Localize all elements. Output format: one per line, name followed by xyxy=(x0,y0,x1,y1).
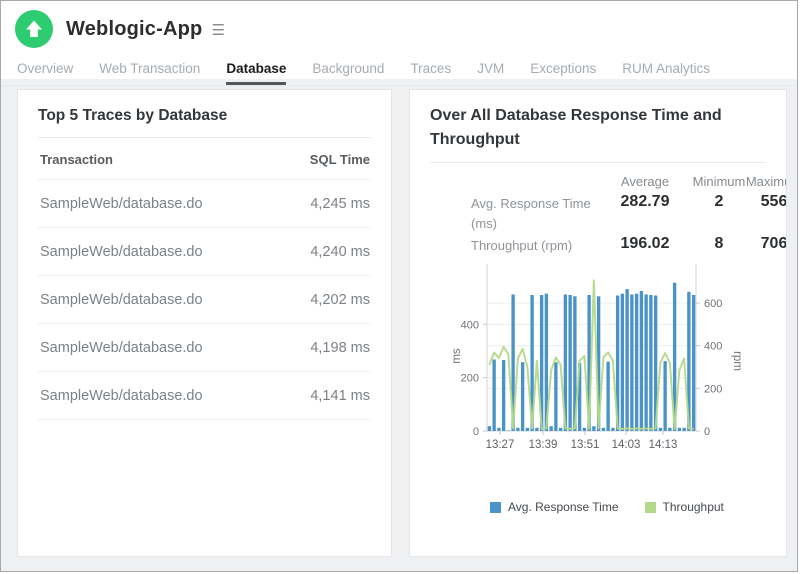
chart-area: 0 200 400 0 200 400 600 ms rpm 13:27 13:39 13:51 14:… xyxy=(430,261,766,462)
legend-item-throughput[interactable]: Throughput xyxy=(645,500,724,514)
chart-legend: Avg. Response Time Throughput xyxy=(490,500,766,514)
sql-time-value: 4,245 ms xyxy=(310,196,370,212)
svg-text:400: 400 xyxy=(704,341,722,353)
app-status-badge xyxy=(15,10,53,48)
column-average: Average xyxy=(609,174,681,189)
stats-header-row: Average Minimum Maximum xyxy=(430,171,766,193)
stats-row-label: Throughput (rpm) xyxy=(471,236,606,256)
divider xyxy=(430,162,766,163)
table-row[interactable]: SampleWeb/database.do 4,240 ms xyxy=(38,228,371,276)
sql-time-value: 4,198 ms xyxy=(310,340,370,356)
response-throughput-panel: Over All Database Response Time and Thro… xyxy=(409,89,787,557)
table-row[interactable]: SampleWeb/database.do 4,141 ms xyxy=(38,372,371,420)
svg-text:13:27: 13:27 xyxy=(486,439,515,451)
svg-text:rpm: rpm xyxy=(731,351,743,371)
throughput-maximum: 706 xyxy=(738,235,787,253)
response-throughput-title: Over All Database Response Time and Thro… xyxy=(430,104,752,152)
avg-response-average: 282.79 xyxy=(609,193,681,211)
stats-table: Average Minimum Maximum Avg. Response Ti… xyxy=(430,171,766,259)
avg-response-maximum: 556 xyxy=(738,193,787,211)
content-area: Top 5 Traces by Database Transaction SQL… xyxy=(1,79,797,557)
stats-row-throughput: Throughput (rpm) 196.02 8 706 xyxy=(430,235,766,259)
sql-time-value: 4,141 ms xyxy=(310,388,370,404)
transaction-link[interactable]: SampleWeb/database.do xyxy=(40,292,203,308)
top-traces-title: Top 5 Traces by Database xyxy=(38,104,371,127)
legend-item-avg-response-time[interactable]: Avg. Response Time xyxy=(490,500,619,514)
table-row[interactable]: SampleWeb/database.do 4,198 ms xyxy=(38,324,371,372)
sql-time-value: 4,202 ms xyxy=(310,292,370,308)
svg-text:600: 600 xyxy=(704,298,722,310)
top-traces-panel: Top 5 Traces by Database Transaction SQL… xyxy=(17,89,392,557)
transaction-link[interactable]: SampleWeb/database.do xyxy=(40,340,203,356)
svg-text:ms: ms xyxy=(451,348,463,364)
transaction-link[interactable]: SampleWeb/database.do xyxy=(40,244,203,260)
up-arrow-icon xyxy=(15,10,53,48)
stats-row-response-time: Avg. Response Time (ms) 282.79 2 556 xyxy=(430,193,766,235)
svg-text:400: 400 xyxy=(461,319,479,331)
svg-text:200: 200 xyxy=(461,373,479,385)
app-header: Weblogic-App ☰ Overview Web Transaction … xyxy=(1,1,797,79)
hamburger-menu-icon[interactable]: ☰ xyxy=(211,21,224,39)
response-throughput-chart[interactable]: 0 200 400 0 200 400 600 ms rpm 13:27 13:39 13:51 14:… xyxy=(430,261,773,457)
svg-text:200: 200 xyxy=(704,383,722,395)
blue-swatch-icon xyxy=(490,502,501,513)
tab-web-transaction[interactable]: Web Transaction xyxy=(99,55,200,85)
traces-table-header: Transaction SQL Time xyxy=(38,138,371,180)
tab-jvm[interactable]: JVM xyxy=(477,55,504,85)
app-title: Weblogic-App xyxy=(66,18,202,41)
transaction-link[interactable]: SampleWeb/database.do xyxy=(40,388,203,404)
column-sql-time: SQL Time xyxy=(310,152,370,167)
table-row[interactable]: SampleWeb/database.do 4,245 ms xyxy=(38,180,371,228)
transaction-link[interactable]: SampleWeb/database.do xyxy=(40,196,203,212)
tab-rum-analytics[interactable]: RUM Analytics xyxy=(622,55,710,85)
tab-background[interactable]: Background xyxy=(312,55,384,85)
tab-database[interactable]: Database xyxy=(226,55,286,85)
green-swatch-icon xyxy=(645,502,656,513)
svg-text:0: 0 xyxy=(473,426,479,438)
throughput-average: 196.02 xyxy=(609,235,681,253)
tab-exceptions[interactable]: Exceptions xyxy=(530,55,596,85)
table-row[interactable]: SampleWeb/database.do 4,202 ms xyxy=(38,276,371,324)
svg-text:14:03: 14:03 xyxy=(612,439,641,451)
svg-text:13:51: 13:51 xyxy=(571,439,600,451)
sql-time-value: 4,240 ms xyxy=(310,244,370,260)
svg-text:13:39: 13:39 xyxy=(529,439,558,451)
tab-traces[interactable]: Traces xyxy=(410,55,451,85)
svg-text:0: 0 xyxy=(704,426,710,438)
column-transaction: Transaction xyxy=(40,152,113,167)
title-row: Weblogic-App ☰ xyxy=(1,1,797,48)
column-maximum: Maximum xyxy=(738,174,787,189)
stats-row-label: Avg. Response Time (ms) xyxy=(471,194,606,234)
svg-text:14:13: 14:13 xyxy=(649,439,678,451)
app-window: Weblogic-App ☰ Overview Web Transaction … xyxy=(0,0,798,572)
tab-overview[interactable]: Overview xyxy=(17,55,73,85)
